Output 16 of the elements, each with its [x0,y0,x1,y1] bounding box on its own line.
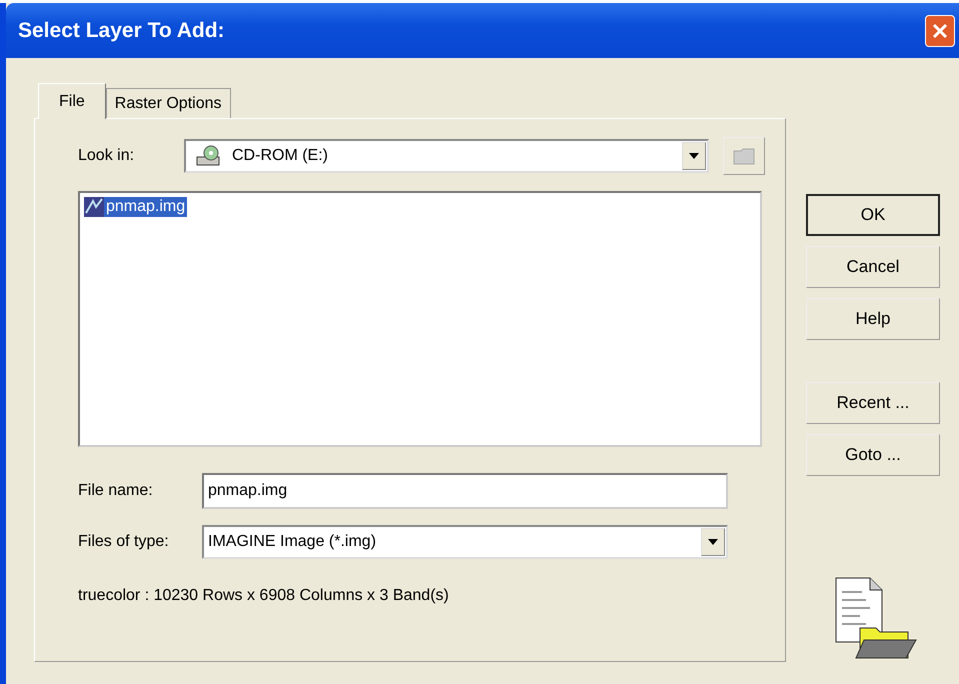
dialog-button[interactable]: Recent ... [806,382,940,424]
tab[interactable]: Raster Options [106,88,230,118]
image-info-text: truecolor : 10230 Rows x 6908 Columns x 3 Band(s) [78,587,450,605]
field-label: Look in: [78,147,136,165]
field-label: Files of type: [78,533,170,551]
dialog-button[interactable]: OK [806,194,940,236]
dialog-button[interactable]: Help [806,298,940,340]
look-in-dropdown[interactable]: CD-ROM (E:) [184,139,709,173]
window-title: Select Layer To Add: [18,18,226,42]
dialog-button[interactable]: Goto ... [806,434,940,476]
file-item[interactable]: pnmap.img [104,197,188,217]
dialog-button[interactable]: Cancel [806,246,940,288]
tab[interactable]: File [38,83,106,119]
file-name-field[interactable]: pnmap.img [202,473,728,509]
file-type-dropdown[interactable]: IMAGINE Image (*.img) [202,525,728,559]
field-label: File name: [78,482,154,500]
